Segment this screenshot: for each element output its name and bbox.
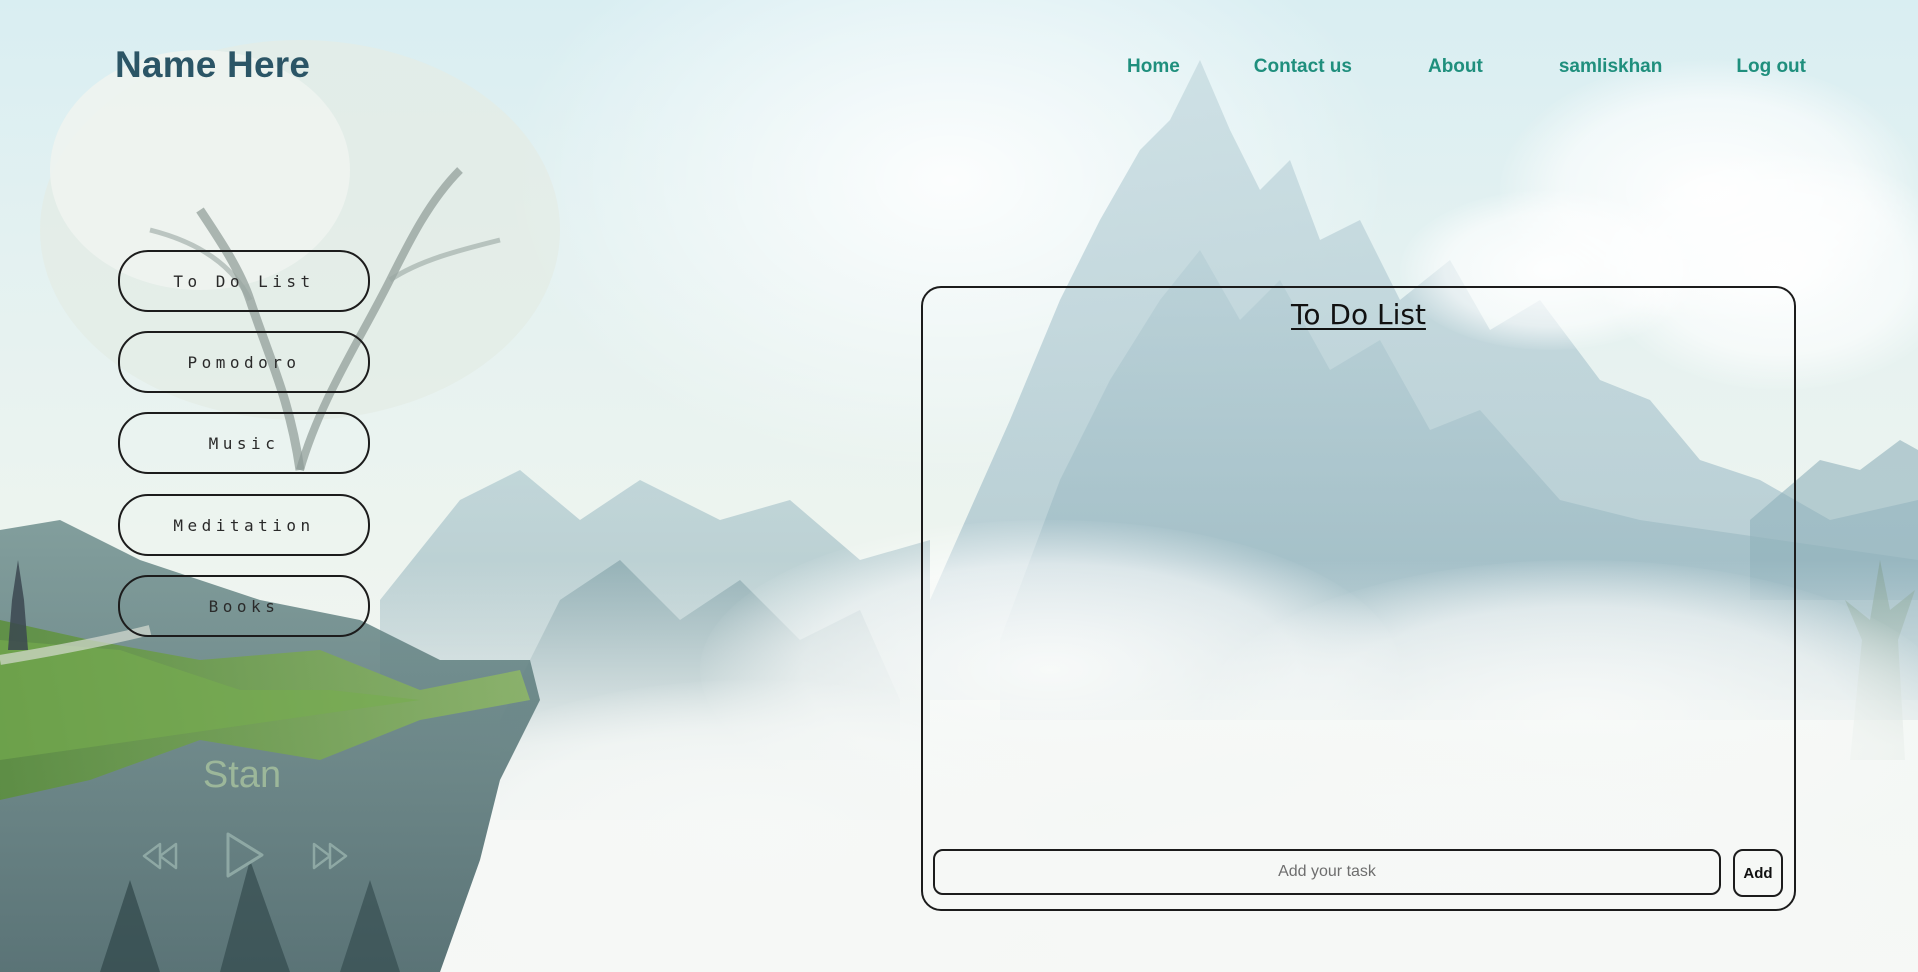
nav-user-link[interactable]: samliskhan	[1559, 56, 1663, 78]
sidebar-item-todo[interactable]: To Do List	[118, 250, 370, 312]
todo-panel: To Do List Add	[921, 286, 1796, 911]
add-task-button[interactable]: Add	[1733, 849, 1783, 897]
nav-home-link[interactable]: Home	[1127, 56, 1180, 78]
top-nav: Home Contact us About samliskhan Log out	[1127, 56, 1806, 78]
cliff-scene	[0, 40, 560, 972]
play-icon[interactable]	[222, 830, 266, 880]
add-task-input[interactable]	[933, 849, 1721, 895]
sidebar-item-music[interactable]: Music	[118, 412, 370, 474]
fast-forward-icon[interactable]	[310, 842, 350, 870]
nav-about-link[interactable]: About	[1428, 56, 1483, 78]
rewind-icon[interactable]	[140, 842, 180, 870]
sidebar-item-meditation[interactable]: Meditation	[118, 494, 370, 556]
nav-contact-link[interactable]: Contact us	[1254, 56, 1352, 78]
song-title: Stan	[202, 754, 282, 796]
brand-logo-text[interactable]: Name Here	[115, 44, 310, 86]
nav-logout-link[interactable]: Log out	[1736, 56, 1806, 78]
todo-title: To Do List	[1291, 298, 1426, 331]
sidebar-item-pomodoro[interactable]: Pomodoro	[118, 331, 370, 393]
sidebar-item-books[interactable]: Books	[118, 575, 370, 637]
